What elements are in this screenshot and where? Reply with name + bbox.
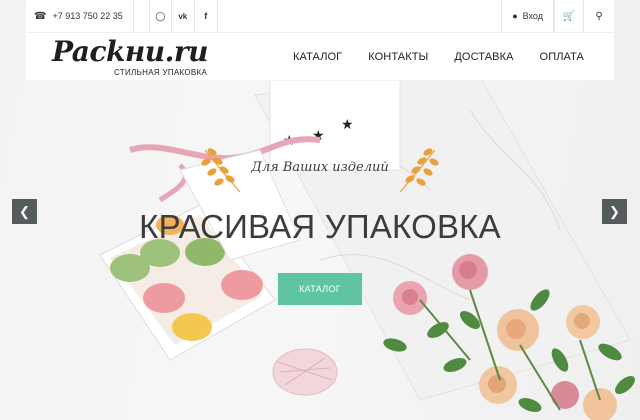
chevron-right-icon: ❯	[609, 203, 620, 219]
logo-text: Packни.ru	[52, 35, 209, 68]
nav-item-delivery[interactable]: ДОСТАВКА	[454, 51, 513, 63]
svg-text:★: ★	[341, 117, 354, 133]
slider-next-button[interactable]: ❯	[602, 199, 627, 224]
slide-tagline: Для Ваших изделий	[188, 140, 452, 196]
slide-headline: КРАСИВАЯ УПАКОВКА	[139, 208, 501, 245]
user-icon: ●	[512, 11, 518, 21]
logo-subtitle: СТИЛЬНАЯ УПАКОВКА	[114, 68, 208, 77]
nav-item-contacts[interactable]: КОНТАКТЫ	[368, 51, 428, 63]
facebook-link[interactable]: f	[195, 0, 218, 32]
tagline-text: Для Ваших изделий	[251, 160, 389, 175]
cart-button[interactable]: 🛒	[554, 0, 584, 32]
phone-link[interactable]: ☎ +7 913 750 22 35	[26, 0, 134, 32]
catalog-button[interactable]: КАТАЛОГ	[278, 273, 362, 305]
vk-link[interactable]: vk	[172, 0, 195, 32]
top-bar: ☎ +7 913 750 22 35 ◯ vk f ● Вход 🛒 ⚲	[26, 0, 614, 32]
slider-prev-button[interactable]: ❮	[12, 199, 37, 224]
nav-item-payment[interactable]: ОПЛАТА	[540, 51, 584, 63]
vk-icon: vk	[178, 11, 188, 21]
cart-icon: 🛒	[562, 10, 576, 22]
instagram-link[interactable]: ◯	[148, 0, 172, 32]
main-nav: Packни.ru СТИЛЬНАЯ УПАКОВКА КАТАЛОГ КОНТ…	[26, 32, 614, 80]
phone-number: +7 913 750 22 35	[52, 11, 123, 21]
nav-item-catalog[interactable]: КАТАЛОГ	[293, 51, 342, 63]
search-button[interactable]: ⚲	[584, 0, 614, 32]
chevron-left-icon: ❮	[19, 203, 30, 219]
facebook-icon: f	[204, 11, 208, 21]
login-label: Вход	[522, 11, 543, 21]
site-logo[interactable]: Packни.ru СТИЛЬНАЯ УПАКОВКА	[52, 35, 222, 79]
instagram-icon: ◯	[155, 10, 166, 21]
nav-menu: КАТАЛОГ КОНТАКТЫ ДОСТАВКА ОПЛАТА	[267, 33, 584, 81]
login-link[interactable]: ● Вход	[502, 0, 554, 32]
phone-icon: ☎	[34, 10, 47, 22]
topbar-spacer	[218, 0, 503, 32]
search-icon: ⚲	[595, 10, 603, 22]
